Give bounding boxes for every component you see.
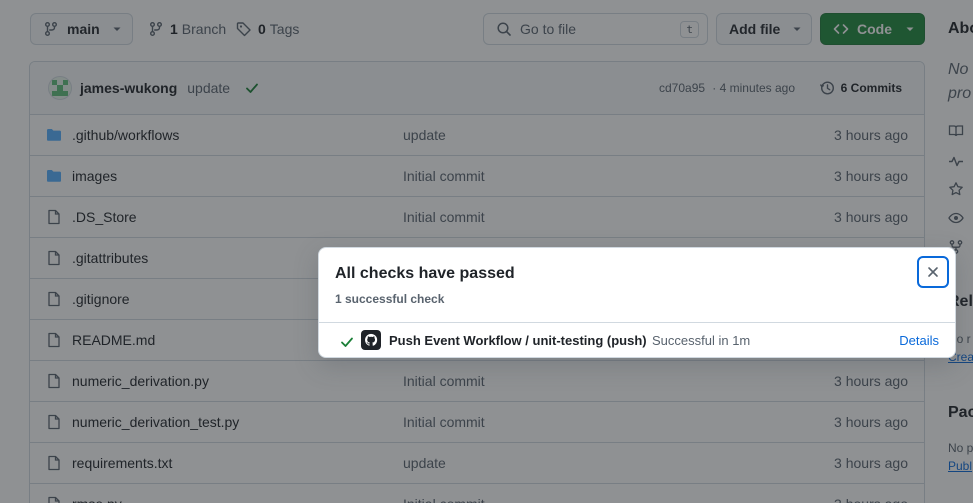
close-button[interactable] [917,256,949,288]
details-link[interactable]: Details [899,333,939,348]
check-icon [339,334,355,350]
popup-title: All checks have passed [335,265,515,282]
check-run-row: Push Event Workflow / unit-testing (push… [319,323,955,358]
close-icon [926,265,940,279]
check-run-status: Successful in 1m [652,333,751,348]
checks-popup: All checks have passed 1 successful chec… [318,247,956,358]
github-actions-icon [361,330,381,350]
check-run-name: Push Event Workflow / unit-testing (push… [389,333,647,348]
popup-subtitle: 1 successful check [335,292,445,306]
